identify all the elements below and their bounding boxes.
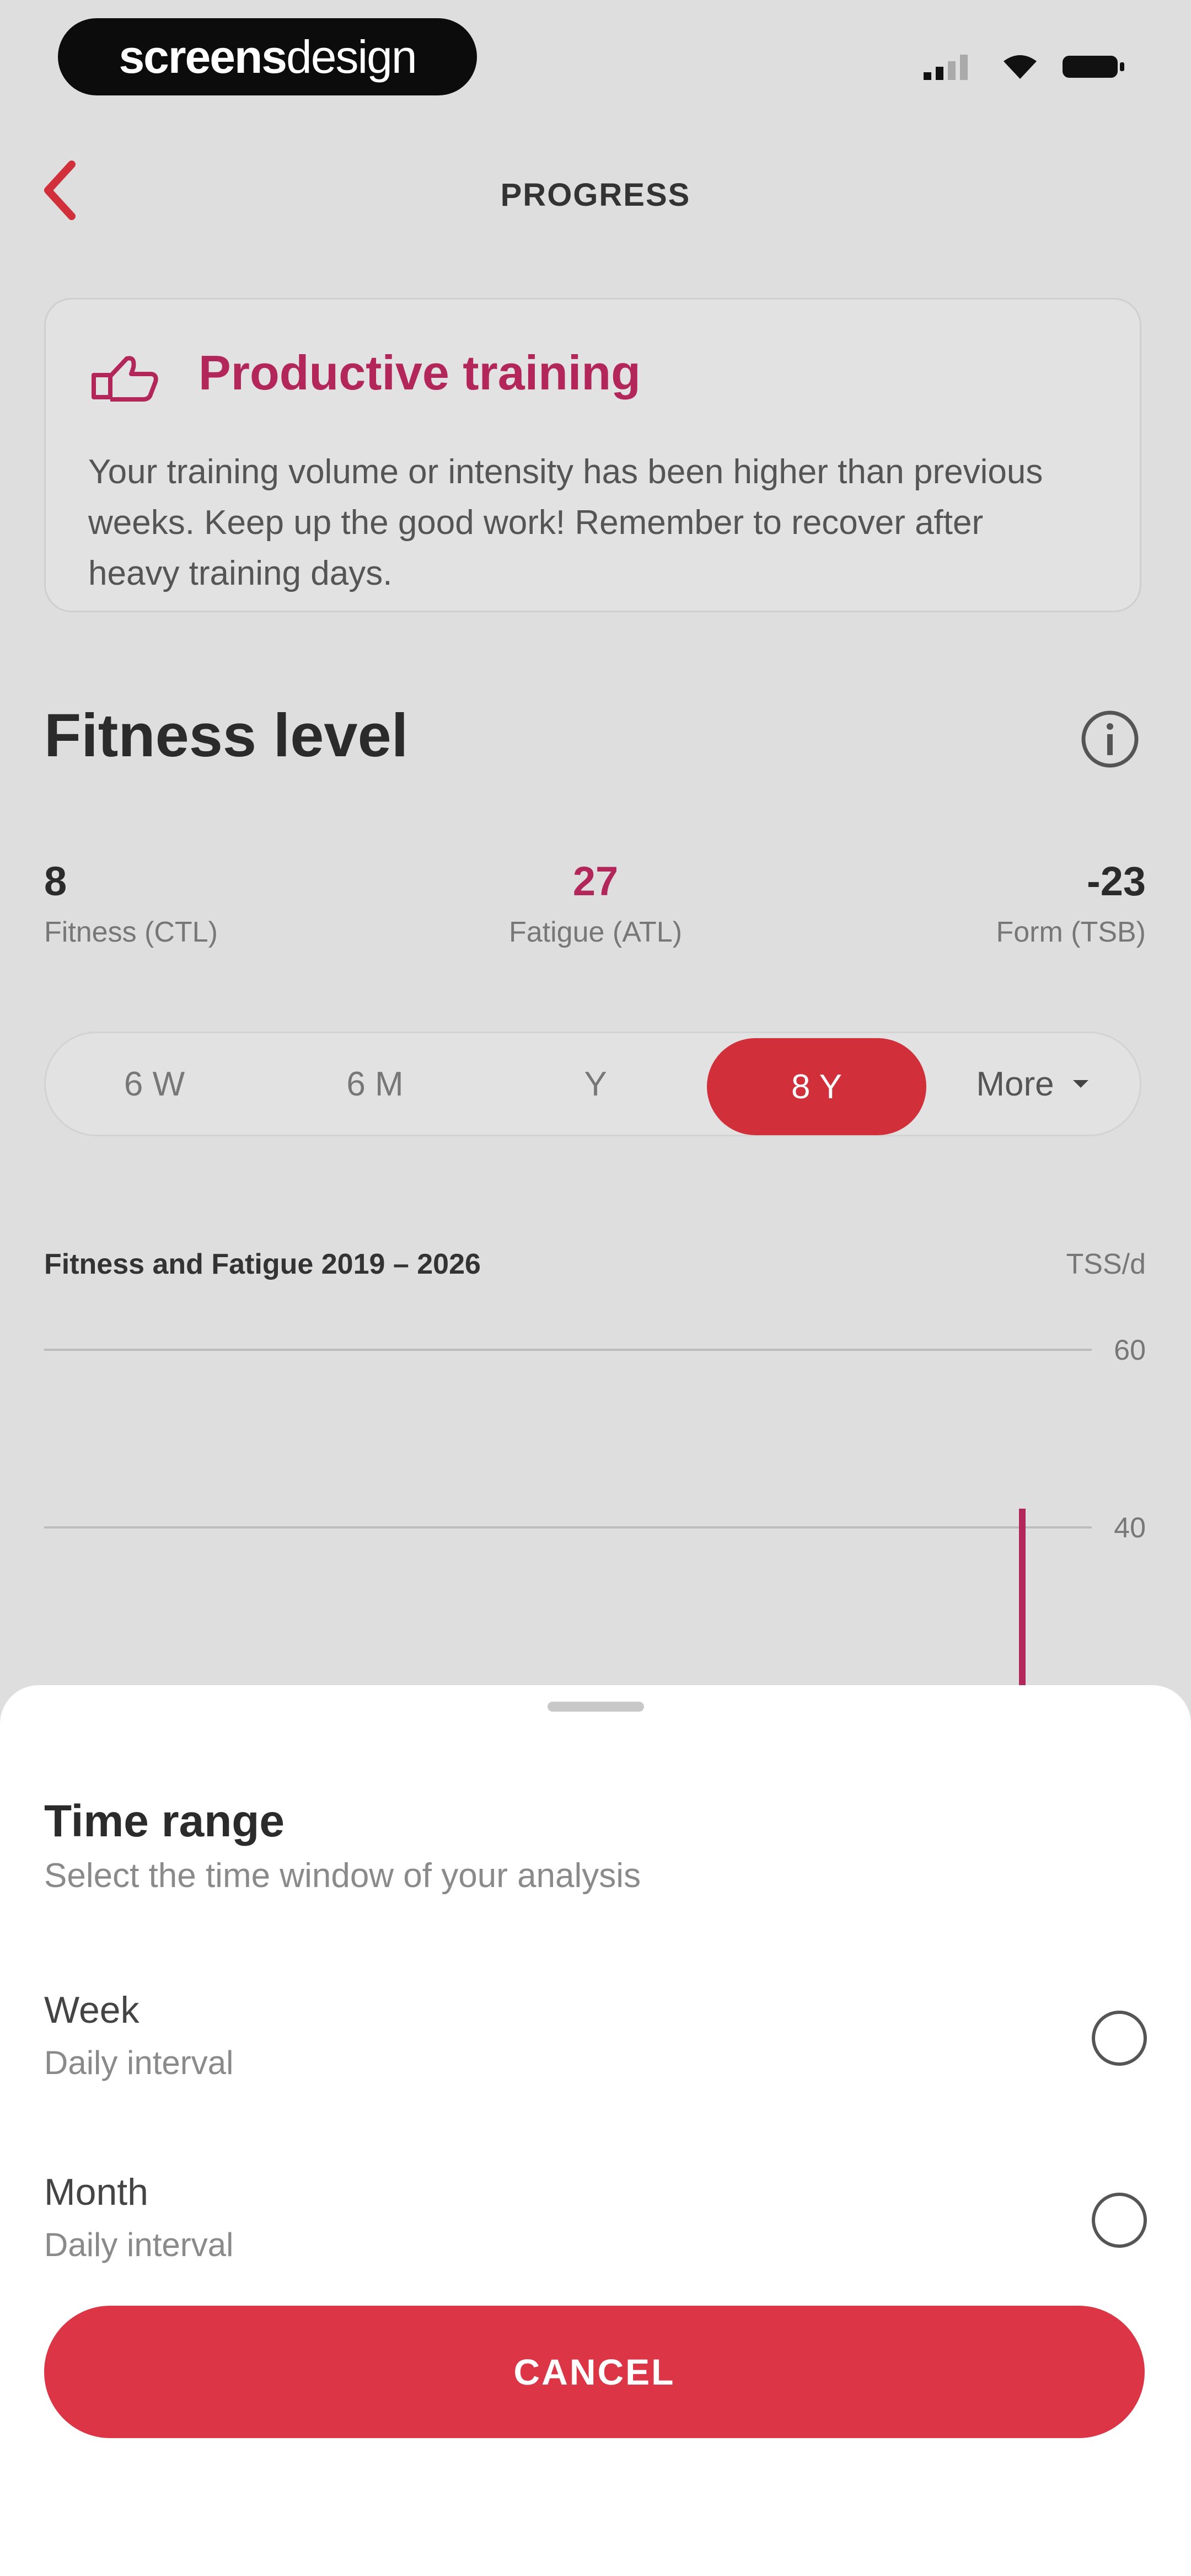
insight-title: Productive training xyxy=(198,345,641,400)
option-label: Month xyxy=(44,2171,148,2213)
insight-body: Your training volume or intensity has be… xyxy=(88,453,1043,592)
brand-logo-part2: design xyxy=(286,30,417,83)
option-sub: Daily interval xyxy=(44,2226,234,2263)
thumbs-up-icon xyxy=(92,356,158,402)
fatigue-atl-value: 27 xyxy=(572,858,619,904)
sheet-title: Time range xyxy=(44,1796,285,1846)
tab-y[interactable]: Y xyxy=(496,1034,695,1134)
caret-down-icon xyxy=(1072,1080,1088,1088)
gridline-40 xyxy=(44,1526,1092,1529)
chart-title: Fitness and Fatigue 2019 – 2026 xyxy=(44,1248,481,1280)
page-title: PROGRESS xyxy=(500,177,691,213)
option-label: Week xyxy=(44,1989,140,2031)
y-tick-40: 40 xyxy=(1114,1512,1146,1544)
form-tsb-value: -23 xyxy=(1087,858,1146,904)
gridline-60 xyxy=(44,1349,1092,1351)
brand-logo-part1: screens xyxy=(119,30,287,83)
cancel-button[interactable]: CANCEL xyxy=(44,2306,1145,2438)
tab-6m[interactable]: 6 M xyxy=(276,1034,474,1134)
wifi-icon xyxy=(1004,55,1037,79)
signal-icon xyxy=(924,55,968,80)
fitness-title: Fitness level xyxy=(44,702,409,769)
radio-month[interactable] xyxy=(1092,2193,1147,2248)
form-tsb-label: Form (TSB) xyxy=(996,916,1146,948)
brand-logo: screens design xyxy=(58,18,477,95)
sheet-subtitle: Select the time window of your analysis xyxy=(44,1857,641,1895)
tab-6w[interactable]: 6 W xyxy=(55,1034,254,1134)
battery-icon xyxy=(1063,56,1124,78)
option-month[interactable]: Month Daily interval xyxy=(44,2171,1147,2297)
option-sub: Daily interval xyxy=(44,2044,234,2081)
sheet-grabber[interactable] xyxy=(548,1702,644,1712)
more-dropdown[interactable]: More xyxy=(937,1034,1130,1134)
chart-unit-label: TSS/d xyxy=(1066,1248,1146,1280)
status-icons xyxy=(924,50,1128,83)
fatigue-line-mark xyxy=(1019,1509,1026,1685)
more-label: More xyxy=(976,1065,1054,1103)
info-icon[interactable] xyxy=(1080,709,1140,769)
y-tick-60: 60 xyxy=(1114,1334,1146,1366)
option-week[interactable]: Week Daily interval xyxy=(44,1989,1147,2115)
radio-week[interactable] xyxy=(1092,2011,1147,2066)
tab-8y[interactable]: 8 Y xyxy=(707,1038,926,1135)
